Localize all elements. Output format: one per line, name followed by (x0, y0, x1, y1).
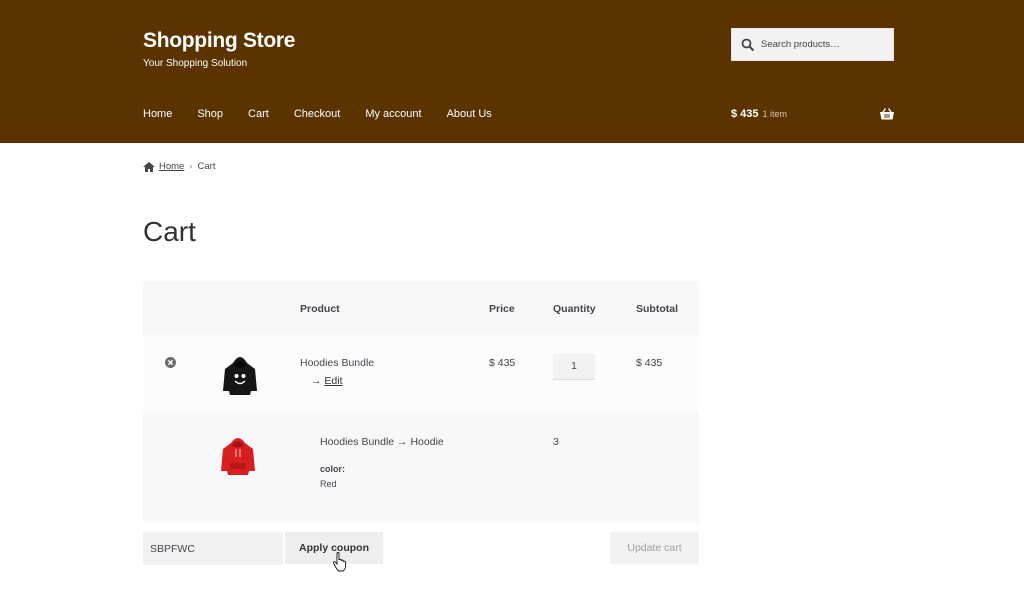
red-hoodie-thumbnail[interactable] (220, 433, 256, 477)
nav-my-account[interactable]: My account (365, 108, 421, 120)
cart-item-row: Hoodies Bundle → Edit $ 435 $ 435 (143, 335, 699, 412)
hand-cursor-icon (333, 552, 347, 572)
product-subtotal: $ 435 (636, 357, 663, 369)
header-price: Price (489, 303, 515, 315)
bundle-item-name[interactable]: Hoodies Bundle → Hoodie (320, 436, 444, 448)
site-header: Shopping Store Your Shopping Solution Ho… (0, 0, 1024, 143)
header-quantity: Quantity (553, 303, 596, 315)
page-title: Cart (143, 216, 196, 247)
nav-home[interactable]: Home (143, 108, 172, 120)
search-input[interactable] (761, 39, 881, 50)
nav-about-us[interactable]: About Us (447, 108, 492, 120)
edit-label: Edit (324, 375, 343, 387)
cart-total: $ 435 (731, 108, 759, 120)
breadcrumb-separator: › (189, 161, 193, 172)
product-price: $ 435 (489, 357, 516, 369)
search-box[interactable] (731, 28, 894, 61)
header-product: Product (300, 303, 340, 315)
home-icon (143, 161, 155, 172)
breadcrumb-home-link[interactable]: Home (159, 161, 184, 172)
nav-cart[interactable]: Cart (248, 108, 269, 120)
nav-checkout[interactable]: Checkout (294, 108, 340, 120)
cart-count: 1 item (762, 109, 788, 119)
edit-arrow: → (311, 375, 322, 387)
basket-icon[interactable] (880, 108, 894, 120)
search-icon (741, 38, 755, 51)
cart-table: Product Price Quantity Subtotal Hoodies … (143, 281, 699, 522)
update-cart-button[interactable]: Update cart (610, 532, 699, 564)
breadcrumb-current: Cart (197, 161, 216, 172)
coupon-code-input[interactable] (143, 532, 283, 565)
product-name[interactable]: Hoodies Bundle (300, 357, 374, 369)
header-subtotal: Subtotal (636, 303, 678, 315)
edit-link[interactable]: → Edit (311, 375, 343, 387)
site-title[interactable]: Shopping Store (143, 29, 295, 53)
nav-shop[interactable]: Shop (197, 108, 223, 120)
breadcrumb: Home › Cart (143, 161, 215, 172)
attribute-value: Red (320, 479, 337, 489)
header-cart-link[interactable]: $ 435 1 item (731, 108, 787, 120)
cart-table-header: Product Price Quantity Subtotal (143, 281, 699, 335)
cart-bundle-item-row: Hoodies Bundle → Hoodie color: Red 3 (143, 412, 699, 522)
quantity-input[interactable] (553, 354, 595, 380)
site-tagline: Your Shopping Solution (143, 58, 248, 69)
bundle-item-quantity: 3 (553, 436, 559, 448)
attribute-label: color: (320, 464, 346, 474)
black-hoodie-thumbnail[interactable] (222, 353, 258, 397)
remove-item-icon[interactable] (165, 357, 176, 368)
primary-nav: Home Shop Cart Checkout My account About… (143, 108, 517, 120)
